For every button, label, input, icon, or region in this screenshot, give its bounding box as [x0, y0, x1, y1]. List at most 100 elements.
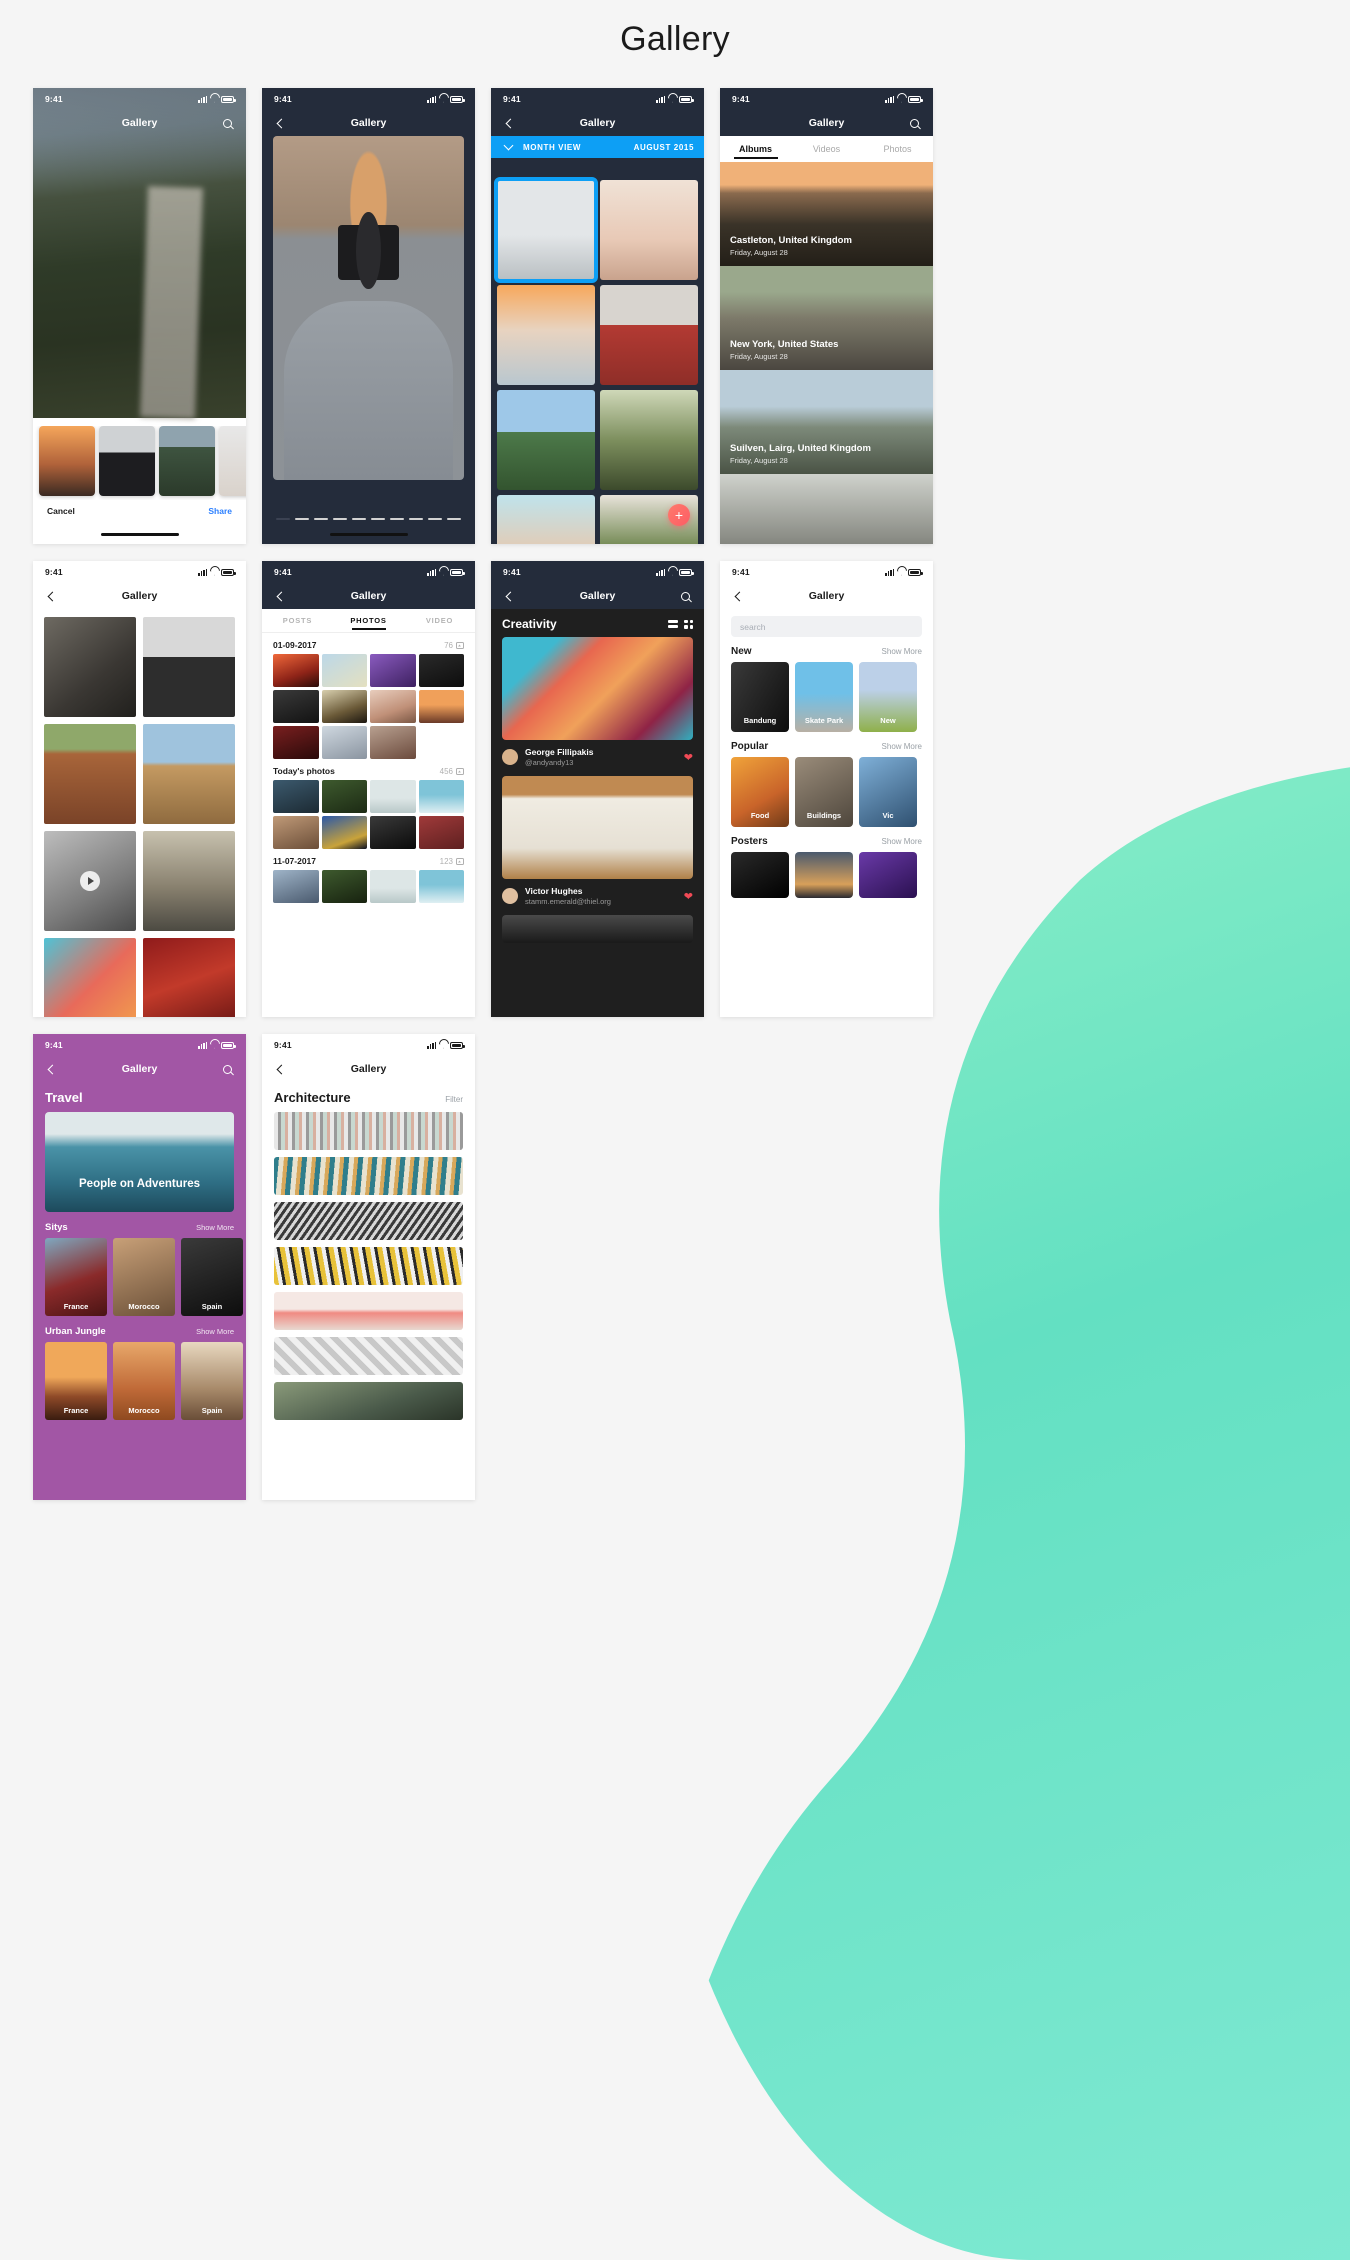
feed-photo[interactable] [502, 915, 693, 943]
grid-cell[interactable] [321, 780, 367, 813]
grid-cell[interactable] [370, 726, 416, 759]
search-icon[interactable] [220, 1062, 234, 1076]
category-card[interactable]: Buildings [795, 757, 853, 827]
grid-cell[interactable] [370, 816, 416, 849]
show-more-link[interactable]: Show More [196, 1223, 234, 1232]
grid-view-icon[interactable] [684, 619, 693, 629]
feed-photo[interactable] [502, 776, 693, 879]
grid-cell[interactable] [497, 390, 595, 490]
album-card[interactable]: Castleton, United Kingdom Friday, August… [720, 162, 933, 266]
chevron-left-icon[interactable] [274, 589, 288, 603]
album-card[interactable]: Suilven, Lairg, United Kingdom Friday, A… [720, 370, 933, 474]
grid-cell[interactable] [321, 816, 367, 849]
list-view-icon[interactable] [668, 620, 678, 628]
place-card[interactable]: France [45, 1238, 107, 1316]
heart-icon[interactable]: ❤ [684, 890, 693, 903]
place-card[interactable]: Spain [181, 1238, 243, 1316]
photo-grid[interactable] [494, 177, 698, 544]
thumbnail-item[interactable] [39, 426, 95, 496]
architecture-photo[interactable] [274, 1157, 463, 1195]
album-card[interactable]: New York, United States Friday, August 2… [720, 266, 933, 370]
architecture-photo[interactable] [274, 1292, 463, 1330]
chevron-left-icon[interactable] [274, 116, 288, 130]
grid-cell[interactable] [143, 617, 235, 717]
tab-albums[interactable]: Albums [720, 144, 791, 154]
cancel-button[interactable]: Cancel [47, 506, 75, 516]
grid-cell[interactable] [143, 831, 235, 931]
date-group-grid[interactable] [262, 654, 475, 759]
grid-cell[interactable] [370, 870, 416, 903]
category-card[interactable]: Bandung [731, 662, 789, 732]
grid-cell[interactable] [321, 726, 367, 759]
chevron-down-icon[interactable] [501, 140, 515, 154]
grid-cell[interactable] [494, 177, 598, 283]
chevron-left-icon[interactable] [503, 116, 517, 130]
place-card[interactable]: Morocco [113, 1342, 175, 1420]
architecture-photo[interactable] [274, 1202, 463, 1240]
hamburger-icon[interactable] [732, 116, 743, 130]
grid-cell[interactable] [418, 780, 464, 813]
hero-card[interactable]: People on Adventures [45, 1112, 234, 1212]
search-icon[interactable] [220, 116, 234, 130]
card-carousel[interactable]: Food Buildings Vic [720, 757, 933, 827]
grid-cell[interactable] [418, 870, 464, 903]
grid-cell[interactable] [273, 654, 319, 687]
grid-cell[interactable] [44, 938, 136, 1017]
play-icon[interactable] [80, 871, 100, 891]
thumbnail-strip[interactable] [33, 426, 246, 500]
grid-cell[interactable] [418, 816, 464, 849]
tab-photos[interactable]: Photos [862, 144, 933, 154]
grid-cell[interactable] [143, 724, 235, 824]
grid-cell[interactable] [273, 690, 319, 723]
grid-cell[interactable] [273, 726, 319, 759]
share-button[interactable]: Share [208, 506, 232, 516]
category-card[interactable]: Skate Park [795, 662, 853, 732]
add-photo-fab[interactable]: + [668, 504, 690, 526]
chevron-left-icon[interactable] [45, 1062, 59, 1076]
grid-cell[interactable] [370, 690, 416, 723]
grid-cell[interactable] [497, 495, 595, 544]
grid-cell[interactable] [600, 390, 698, 490]
grid-cell[interactable] [44, 831, 136, 931]
thumbnail-item[interactable] [159, 426, 215, 496]
chevron-left-icon[interactable] [503, 589, 517, 603]
grid-cell[interactable] [497, 285, 595, 385]
tab-posts[interactable]: POSTS [262, 616, 333, 625]
place-card[interactable]: France [45, 1342, 107, 1420]
album-card[interactable] [720, 474, 933, 544]
show-more-link[interactable]: Show More [882, 742, 922, 751]
month-view-bar[interactable]: MONTH VIEW AUGUST 2015 [491, 136, 704, 158]
chevron-left-icon[interactable] [45, 589, 59, 603]
category-card[interactable] [859, 852, 917, 898]
avatar[interactable] [502, 749, 518, 765]
heart-icon[interactable]: ❤ [684, 751, 693, 764]
category-card[interactable] [731, 852, 789, 898]
photo-viewer[interactable] [273, 136, 464, 480]
card-carousel[interactable]: Bandung Skate Park New [720, 662, 933, 732]
grid-cell[interactable] [600, 285, 698, 385]
card-carousel[interactable]: France Morocco Spain [33, 1238, 246, 1316]
show-more-link[interactable]: Show More [882, 837, 922, 846]
place-card[interactable]: Morocco [113, 1238, 175, 1316]
card-carousel[interactable]: France Morocco Spain [33, 1342, 246, 1420]
tab-videos[interactable]: Videos [791, 144, 862, 154]
category-card[interactable] [795, 852, 853, 898]
place-card[interactable]: Spain [181, 1342, 243, 1420]
category-card[interactable]: Food [731, 757, 789, 827]
photo-grid[interactable] [33, 609, 246, 1017]
category-card[interactable]: New [859, 662, 917, 732]
grid-cell[interactable] [273, 816, 319, 849]
grid-cell[interactable] [370, 780, 416, 813]
hamburger-icon[interactable] [45, 116, 56, 130]
category-card[interactable]: Vic [859, 757, 917, 827]
grid-cell[interactable] [418, 690, 464, 723]
chevron-left-icon[interactable] [274, 1062, 288, 1076]
date-group-grid[interactable] [262, 870, 475, 903]
grid-cell[interactable] [44, 724, 136, 824]
thumbnail-item[interactable] [219, 426, 246, 496]
architecture-photo[interactable] [274, 1112, 463, 1150]
chevron-left-icon[interactable] [732, 589, 746, 603]
grid-cell[interactable] [600, 180, 698, 280]
card-carousel[interactable] [720, 852, 933, 898]
feed-photo[interactable] [502, 637, 693, 740]
